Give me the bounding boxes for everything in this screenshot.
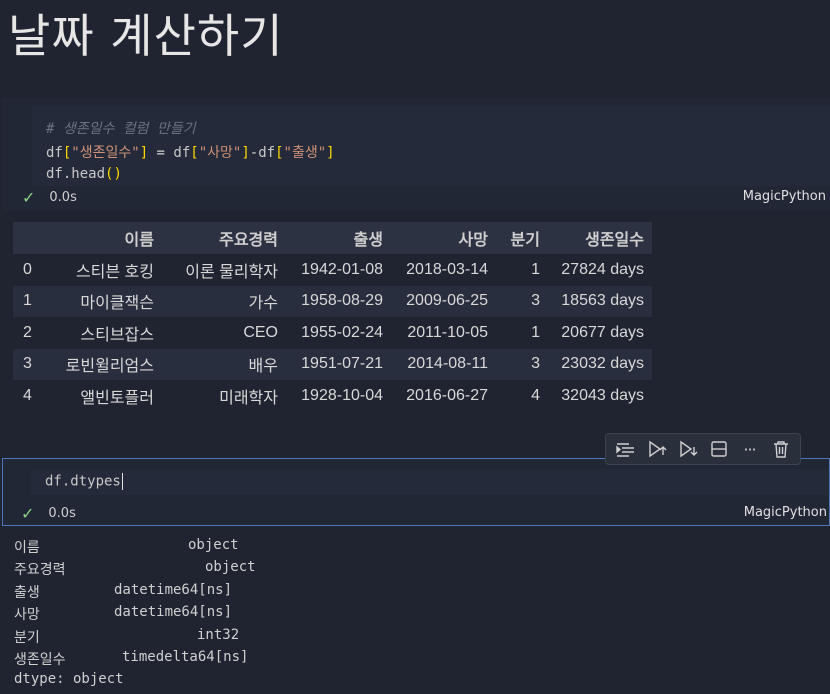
language-indicator[interactable]: MagicPython — [743, 189, 826, 204]
table-cell: 4 — [496, 380, 548, 412]
table-cell: 앨빈토플러 — [51, 380, 162, 412]
dtypes-output: 이름 object 주요경력 object 출생 datetime64[ns] 사망 d… — [14, 537, 256, 694]
exec-time: 0.0s — [49, 189, 77, 205]
table-cell: 32043 days — [548, 380, 652, 412]
column-header: 사망 — [391, 222, 496, 254]
more-icon[interactable]: ··· — [738, 437, 762, 461]
table-cell: 2018-03-14 — [391, 254, 496, 286]
row-index: 1 — [13, 285, 51, 317]
table-cell: CEO — [162, 317, 286, 349]
row-index: 2 — [13, 317, 51, 349]
code-editor-2[interactable]: df.dtypes — [31, 469, 829, 495]
table-cell: 1928-10-04 — [286, 380, 391, 412]
code-cell-1[interactable]: # 생존일수 컬럼 만들기 df["생존일수"] = df["사망"]-df["… — [2, 98, 830, 211]
table-cell: 로빈윌리엄스 — [51, 348, 162, 380]
table-cell: 마이클잭슨 — [51, 285, 162, 317]
code-line-dtypes: df.dtypes — [45, 473, 123, 490]
execute-below-icon[interactable] — [676, 437, 700, 461]
table-header-row: 이름 주요경력 출생 사망 분기 생존일수 — [13, 222, 652, 254]
check-icon: ✓ — [22, 187, 36, 207]
table-cell: 미래학자 — [162, 380, 286, 412]
table-cell: 2016-06-27 — [391, 380, 496, 412]
table-row: 1 마이클잭슨 가수 1958-08-29 2009-06-25 3 18563… — [13, 285, 652, 317]
code-line-comment: # 생존일수 컬럼 만들기 — [46, 118, 196, 138]
table-cell: 배우 — [162, 348, 286, 380]
table-cell: 23032 days — [548, 348, 652, 380]
comment-text: # 생존일수 컬럼 — [46, 121, 157, 137]
table-cell: 1 — [496, 317, 548, 349]
run-by-line-icon[interactable] — [614, 437, 638, 461]
output-footer: dtype: object — [14, 671, 124, 688]
code-editor-1[interactable]: # 생존일수 컬럼 만들기 df["생존일수"] = df["사망"]-df["… — [32, 106, 830, 186]
exec-time: 0.0s — [48, 505, 76, 521]
code-line-head: df.head() — [46, 166, 122, 182]
table-row: 0 스티븐 호킹 이론 물리학자 1942-01-08 2018-03-14 1… — [13, 254, 652, 286]
page-title: 날짜 계산하기 — [8, 9, 284, 63]
row-index: 3 — [13, 348, 51, 380]
table-row: 2 스티브잡스 CEO 1955-02-24 2011-10-05 1 2067… — [13, 317, 652, 349]
table-cell: 스티브잡스 — [51, 317, 162, 349]
output-row: 주요경력 object — [14, 559, 256, 579]
text-cursor — [121, 473, 123, 490]
table-cell: 스티븐 호킹 — [51, 254, 162, 286]
dataframe-table: 이름 주요경력 출생 사망 분기 생존일수 0 스티븐 호킹 이론 물리학자 1… — [13, 222, 652, 412]
language-indicator[interactable]: MagicPython — [744, 505, 827, 520]
column-header: 이름 — [51, 222, 162, 254]
output-row: 분기 int32 — [14, 626, 240, 646]
table-cell: 1951-07-21 — [286, 348, 391, 380]
table-cell: 3 — [496, 348, 548, 380]
table-cell: 2011-10-05 — [391, 317, 496, 349]
delete-icon[interactable] — [769, 437, 793, 461]
table-cell: 1 — [496, 254, 548, 286]
code-cell-2[interactable]: df.dtypes ✓ 0.0s MagicPython — [2, 458, 830, 526]
column-header: 분기 — [496, 222, 548, 254]
table-cell: 1958-08-29 — [286, 285, 391, 317]
cell-1-status: ✓ 0.0s — [22, 187, 77, 207]
table-cell: 1955-02-24 — [286, 317, 391, 349]
code-line-assign: df["생존일수"] = df["사망"]-df["출생"] — [46, 145, 335, 161]
column-header: 출생 — [286, 222, 391, 254]
split-cell-icon[interactable] — [707, 437, 731, 461]
table-cell: 1942-01-08 — [286, 254, 391, 286]
table-cell: 2014-08-11 — [391, 348, 496, 380]
table-cell: 27824 days — [548, 254, 652, 286]
row-index: 4 — [13, 380, 51, 412]
comment-selected-text: 만들기 — [157, 121, 196, 137]
cell-toolbar: ··· — [605, 433, 801, 465]
table-cell: 3 — [496, 285, 548, 317]
table-cell: 이론 물리학자 — [162, 254, 286, 286]
column-header: 생존일수 — [548, 222, 652, 254]
check-icon: ✓ — [21, 503, 35, 523]
column-header: 주요경력 — [162, 222, 286, 254]
output-row: 출생 datetime64[ns] — [14, 581, 233, 601]
column-header — [13, 222, 51, 254]
table-cell: 가수 — [162, 285, 286, 317]
cell-2-status: ✓ 0.0s — [21, 503, 76, 523]
table-row: 4 앨빈토플러 미래학자 1928-10-04 2016-06-27 4 320… — [13, 380, 652, 412]
output-row: 이름 object — [14, 537, 239, 556]
output-row: 사망 datetime64[ns] — [14, 604, 233, 624]
output-row: 생존일수 timedelta64[ns] — [14, 648, 249, 668]
table-row: 3 로빈윌리엄스 배우 1951-07-21 2014-08-11 3 2303… — [13, 348, 652, 380]
row-index: 0 — [13, 254, 51, 286]
execute-above-icon[interactable] — [645, 437, 669, 461]
table-cell: 2009-06-25 — [391, 285, 496, 317]
table-cell: 18563 days — [548, 285, 652, 317]
table-cell: 20677 days — [548, 317, 652, 349]
